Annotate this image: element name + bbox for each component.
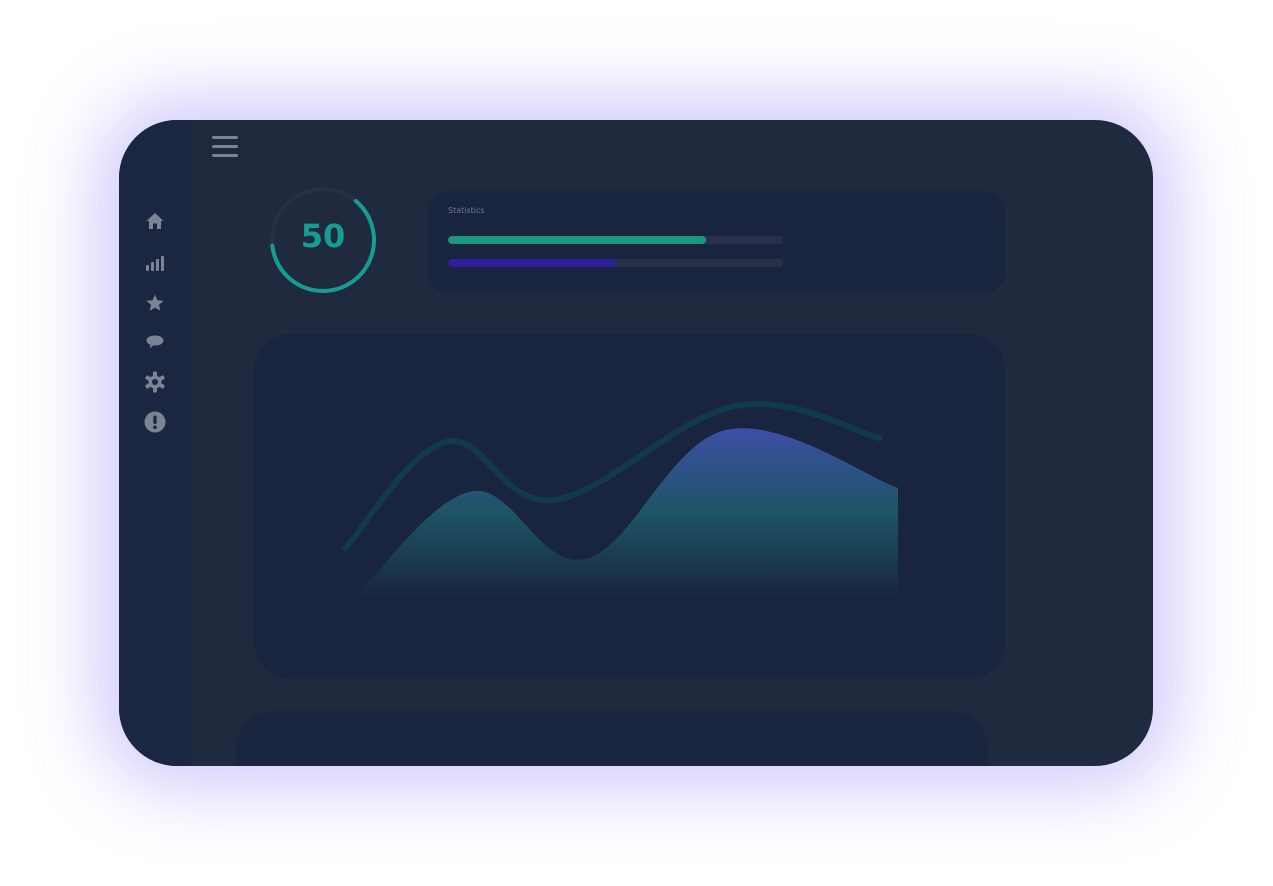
sidebar-item-home[interactable] <box>143 209 167 233</box>
chart-area-series <box>360 428 898 599</box>
sidebar-item-stats[interactable] <box>143 251 167 275</box>
score-gauge: 50 <box>269 186 377 294</box>
gauge-value: 50 <box>300 217 346 255</box>
bar-indigo-track <box>448 259 783 267</box>
bar-teal-track <box>448 236 783 244</box>
alert-icon <box>144 411 166 433</box>
home-icon <box>146 213 164 229</box>
statistics-title: Statistics <box>448 206 485 215</box>
area-chart-card <box>254 334 1005 679</box>
sidebar-item-favorites[interactable] <box>143 291 167 315</box>
menu-line <box>212 154 238 157</box>
bottom-card <box>236 711 988 766</box>
bar-indigo-fill <box>448 259 616 267</box>
sidebar-item-alerts[interactable] <box>143 410 167 434</box>
signal-bars-icon <box>146 256 164 271</box>
device-frame: 50 Statistics <box>119 120 1153 766</box>
hamburger-menu-button[interactable] <box>211 134 239 162</box>
menu-line <box>212 136 238 139</box>
sidebar-item-messages[interactable] <box>143 330 167 354</box>
sidebar-item-settings[interactable] <box>143 370 167 394</box>
gear-icon <box>145 371 165 393</box>
chat-bubble-icon <box>146 335 164 349</box>
menu-line <box>212 145 238 148</box>
star-icon <box>146 294 164 311</box>
area-chart <box>342 401 898 599</box>
sidebar <box>119 120 191 766</box>
bar-teal-fill <box>448 236 706 244</box>
statistics-card: Statistics <box>428 191 1005 293</box>
